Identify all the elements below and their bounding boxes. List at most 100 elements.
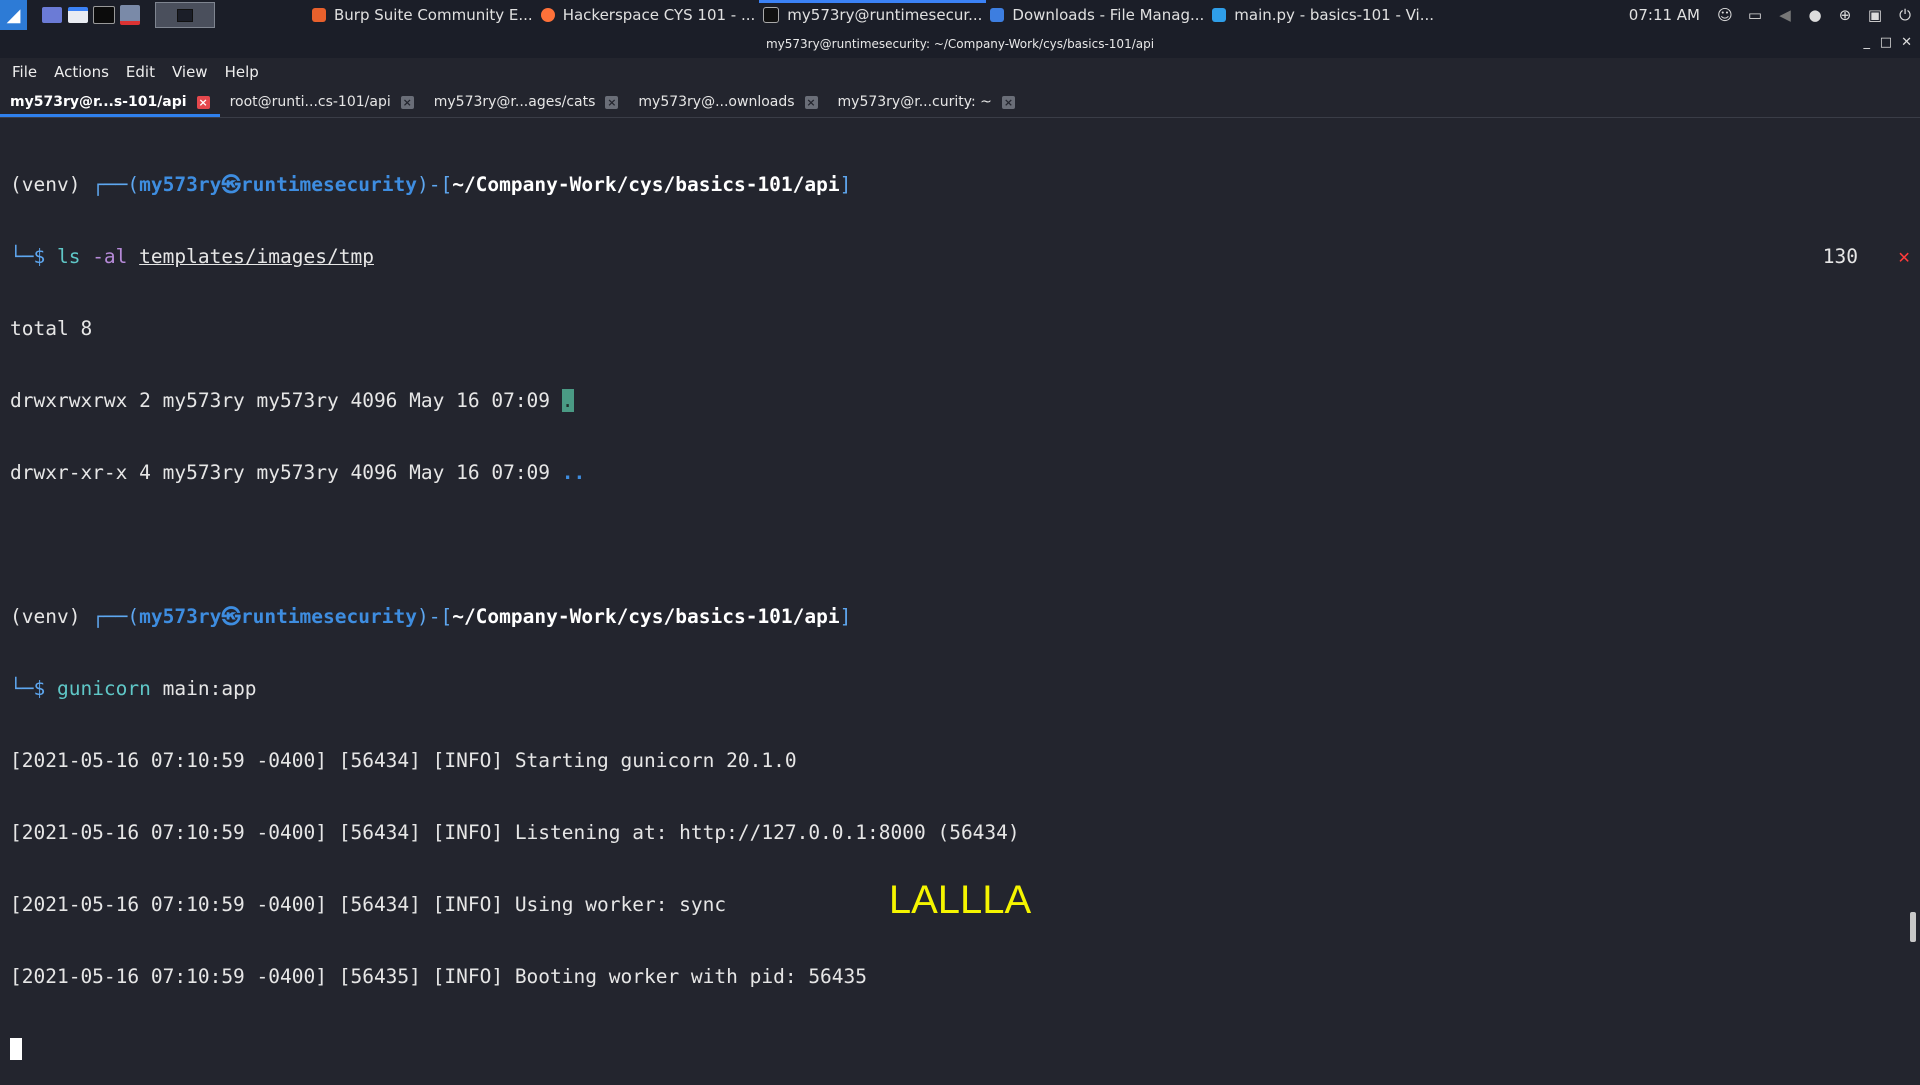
- dir-name: ..: [561, 461, 586, 484]
- task-label: Burp Suite Community E...: [334, 6, 533, 24]
- prompt-corner: ┌──(: [92, 173, 140, 196]
- prompt-user: my573ry: [139, 173, 222, 196]
- tab-close-icon[interactable]: ×: [804, 95, 818, 109]
- venv-indicator: (venv): [10, 605, 93, 628]
- task-label: my573ry@runtimesecur...: [787, 6, 983, 24]
- menu-help[interactable]: Help: [225, 63, 259, 81]
- show-desktop-icon[interactable]: [39, 0, 65, 30]
- display-icon[interactable]: ▭: [1740, 6, 1770, 24]
- text-cursor: [10, 1038, 22, 1060]
- prompt-separator: ㉿: [221, 173, 241, 196]
- command-name: ls: [56, 245, 81, 268]
- terminal-launcher-icon[interactable]: [91, 0, 117, 30]
- folder-icon: [990, 8, 1005, 22]
- task-label: Hackerspace CYS 101 - ...: [562, 6, 756, 24]
- venv-indicator: (venv): [10, 173, 93, 196]
- exit-error-icon: ✕: [1898, 245, 1910, 268]
- prompt-user: my573ry: [139, 605, 222, 628]
- terminal-icon: [763, 7, 780, 23]
- network-icon[interactable]: ⊕: [1830, 6, 1860, 24]
- dir-name: .: [561, 389, 574, 412]
- prompt-bracket: ]: [839, 605, 852, 628]
- terminal-scrollbar[interactable]: [1910, 912, 1916, 942]
- menu-actions[interactable]: Actions: [54, 63, 109, 81]
- command-line: └─$ ls -al templates/images/tmp 130 ✕: [10, 245, 1910, 269]
- menu-view[interactable]: View: [172, 63, 208, 81]
- task-burp-suite[interactable]: Burp Suite Community E...: [308, 0, 537, 30]
- minimize-icon[interactable]: _: [1864, 35, 1871, 50]
- task-vscode[interactable]: main.py - basics-101 - Vi...: [1208, 0, 1438, 30]
- listing-row: drwxrwxrwx 2 my573ry my573ry 4096 May 16…: [10, 389, 562, 412]
- window-title: my573ry@runtimesecurity: ~/Company-Work/…: [765, 37, 1155, 51]
- power-icon[interactable]: ⏻: [1890, 6, 1920, 24]
- tab-close-icon[interactable]: ×: [605, 95, 619, 109]
- log-line: [2021-05-16 07:10:59 -0400] [56435] [INF…: [10, 965, 868, 988]
- tab-label: root@runti...cs-101/api: [229, 94, 391, 110]
- tab-label: my573ry@...ownloads: [638, 94, 795, 110]
- prompt-bracket: )-[: [416, 605, 453, 628]
- task-terminal[interactable]: my573ry@runtimesecur...: [759, 0, 987, 30]
- tab-close-icon[interactable]: ×: [196, 95, 210, 109]
- prompt-separator: ㉿: [221, 605, 241, 628]
- menu-edit[interactable]: Edit: [126, 63, 155, 81]
- prompt-line: (venv) ┌──(my573ry㉿runtimesecurity)-[~/C…: [10, 173, 1910, 197]
- tab-close-icon[interactable]: ×: [1001, 95, 1015, 109]
- window-titlebar[interactable]: my573ry@runtimesecurity: ~/Company-Work/…: [0, 30, 1920, 58]
- menu-file[interactable]: File: [12, 63, 37, 81]
- output-line: drwxrwxrwx 2 my573ry my573ry 4096 May 16…: [10, 389, 1910, 413]
- prompt-arrow: └─$: [10, 677, 57, 700]
- tab-root-api[interactable]: root@runti...cs-101/api ×: [220, 87, 424, 117]
- tab-cats[interactable]: my573ry@r...ages/cats ×: [424, 87, 629, 117]
- log-line: [2021-05-16 07:10:59 -0400] [56434] [INF…: [10, 749, 797, 772]
- tab-label: my573ry@r...s-101/api: [10, 94, 187, 110]
- file-manager-icon[interactable]: [65, 0, 91, 30]
- kali-menu-icon[interactable]: ◢: [0, 0, 27, 30]
- prompt-host: runtimesecurity: [240, 605, 417, 628]
- prompt-bracket: )-[: [416, 173, 453, 196]
- notification-bell-icon[interactable]: ●: [1800, 6, 1830, 24]
- cursor-line: [10, 1037, 1910, 1061]
- tab-home[interactable]: my573ry@r...curity: ~ ×: [828, 87, 1025, 117]
- terminal-output[interactable]: (venv) ┌──(my573ry㉿runtimesecurity)-[~/C…: [10, 125, 1910, 1085]
- prompt-bracket: ]: [839, 173, 852, 196]
- command-name: gunicorn: [56, 677, 151, 700]
- prompt-line: (venv) ┌──(my573ry㉿runtimesecurity)-[~/C…: [10, 605, 1910, 629]
- close-icon[interactable]: ✕: [1901, 35, 1912, 50]
- prompt-path: ~/Company-Work/cys/basics-101/api: [452, 173, 840, 196]
- tab-downloads[interactable]: my573ry@...ownloads ×: [628, 87, 827, 117]
- taskbar: ◢ Burp Suite Community E... Hackerspace …: [0, 0, 1920, 30]
- prompt-host: runtimesecurity: [240, 173, 417, 196]
- command-option: -al: [80, 245, 140, 268]
- tab-separator: [0, 117, 1920, 118]
- task-file-manager[interactable]: Downloads - File Manag...: [986, 0, 1208, 30]
- tab-bar: my573ry@r...s-101/api × root@runti...cs-…: [0, 86, 1920, 117]
- command-argument: templates/images/tmp: [139, 245, 374, 268]
- firefox-icon: [540, 8, 555, 22]
- tab-close-icon[interactable]: ×: [400, 95, 414, 109]
- prompt-corner: ┌──(: [92, 605, 140, 628]
- task-label: Downloads - File Manag...: [1012, 6, 1205, 24]
- tab-label: my573ry@r...curity: ~: [837, 94, 992, 110]
- clock[interactable]: 07:11 AM: [1629, 6, 1700, 24]
- accessibility-icon[interactable]: ☺: [1710, 6, 1740, 24]
- vscode-icon: [1212, 8, 1227, 22]
- exit-code: 130: [1822, 245, 1858, 268]
- task-firefox[interactable]: Hackerspace CYS 101 - ...: [537, 0, 760, 30]
- output-line: total 8: [10, 317, 93, 340]
- prompt-arrow: └─$: [10, 245, 57, 268]
- prompt-path: ~/Company-Work/cys/basics-101/api: [452, 605, 840, 628]
- listing-row: drwxr-xr-x 4 my573ry my573ry 4096 May 16…: [10, 461, 562, 484]
- burp-icon: [312, 8, 326, 22]
- task-label: main.py - basics-101 - Vi...: [1234, 6, 1435, 24]
- lock-icon[interactable]: ▣: [1860, 6, 1890, 24]
- tab-api[interactable]: my573ry@r...s-101/api ×: [0, 87, 220, 117]
- volume-muted-icon[interactable]: ◀: [1770, 6, 1800, 24]
- maximize-icon[interactable]: □: [1880, 35, 1892, 50]
- overlay-caption: LALLLA: [888, 878, 1032, 922]
- workspace-switcher[interactable]: [155, 2, 215, 28]
- command-argument: main:app: [150, 677, 257, 700]
- screen-recorder-icon[interactable]: [117, 0, 143, 30]
- output-line: drwxr-xr-x 4 my573ry my573ry 4096 May 16…: [10, 461, 1910, 485]
- tab-label: my573ry@r...ages/cats: [433, 94, 596, 110]
